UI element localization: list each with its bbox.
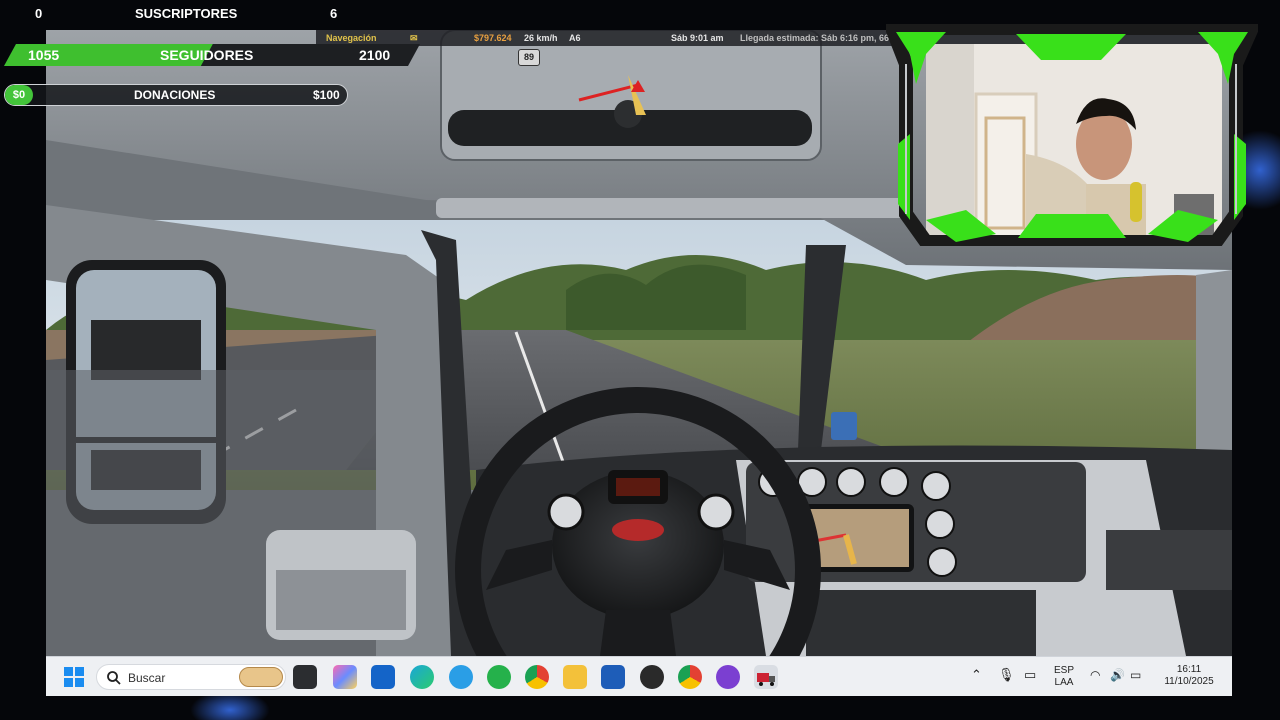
search-icon	[107, 671, 121, 685]
chevron-up-icon[interactable]: ⌃	[971, 668, 982, 681]
task-view-icon[interactable]	[293, 665, 317, 689]
telegram-icon[interactable]	[449, 665, 473, 689]
search-highlight-icon	[239, 667, 283, 687]
wifi-icon[interactable]: ◠	[1090, 669, 1100, 681]
clock-time: 16:11	[1176, 664, 1202, 675]
hud-navigation: Navegación	[326, 33, 377, 43]
clock[interactable]: 16:11 11/10/2025	[1159, 664, 1219, 688]
subscribers-target: 6	[330, 6, 338, 21]
hud-road: A6	[569, 33, 581, 43]
whatsapp-icon[interactable]	[487, 665, 511, 689]
search-placeholder: Buscar	[128, 671, 166, 685]
subscribers-current: 0	[35, 6, 43, 21]
taskbar-search[interactable]: Buscar	[96, 664, 286, 690]
file-explorer-icon[interactable]	[563, 665, 587, 689]
volume-icon[interactable]: 🔊	[1110, 669, 1125, 681]
webcam-frame	[886, 24, 1258, 246]
speed-limit-sign: 89	[518, 49, 540, 66]
language-code: ESP	[1054, 665, 1075, 676]
edge-icon[interactable]	[410, 665, 434, 689]
store-icon[interactable]	[371, 665, 395, 689]
display-icon[interactable]: ▭	[1024, 668, 1036, 681]
chrome-icon[interactable]	[525, 665, 549, 689]
mail-icon: ✉	[410, 33, 418, 43]
windows-taskbar: Buscar ⌃ 🎙 ▭ ESP LAA ◠ 🔊 ▭ 16:11 11/10/2…	[46, 656, 1232, 696]
copilot-icon[interactable]	[333, 665, 357, 689]
podcast-app-icon[interactable]	[716, 665, 740, 689]
webcam-neon-border	[886, 24, 1258, 246]
hud-speed: 26 km/h	[524, 33, 558, 43]
donations-goal: $0 DONACIONES $100	[4, 84, 348, 106]
subscribers-label: SUSCRIPTORES	[135, 6, 238, 21]
stream-canvas: Navegación ✉ $797.624 26 km/h A6 Sáb 9:0…	[0, 0, 1280, 720]
language-indicator[interactable]: ESP LAA	[1054, 665, 1074, 689]
word-icon[interactable]	[601, 665, 625, 689]
hud-time: Sáb 9:01 am	[671, 33, 724, 43]
donations-current: $0	[5, 85, 33, 105]
chrome-profile-icon[interactable]	[678, 665, 702, 689]
subscribers-goal: 0 SUSCRIPTORES 6	[0, 0, 400, 28]
followers-label: SEGUIDORES	[160, 47, 254, 63]
language-layout: LAA	[1054, 677, 1074, 688]
followers-current: 1055	[28, 47, 60, 63]
followers-goal: 1055 SEGUIDORES 2100	[4, 44, 424, 66]
battery-icon[interactable]: ▭	[1130, 669, 1141, 681]
donations-target: $100	[313, 88, 340, 102]
hud-eta: Llegada estimada: Sáb 6:16 pm, 66	[740, 33, 890, 43]
obs-icon[interactable]	[640, 665, 664, 689]
truck-game-icon[interactable]	[754, 665, 778, 689]
donations-label: DONACIONES	[134, 88, 216, 102]
followers-target: 2100	[359, 47, 391, 63]
windows-start-icon[interactable]	[62, 665, 86, 689]
hud-money: $797.624	[474, 33, 512, 43]
microphone-icon[interactable]: 🎙	[998, 668, 1015, 681]
clock-date: 11/10/2025	[1164, 676, 1214, 687]
